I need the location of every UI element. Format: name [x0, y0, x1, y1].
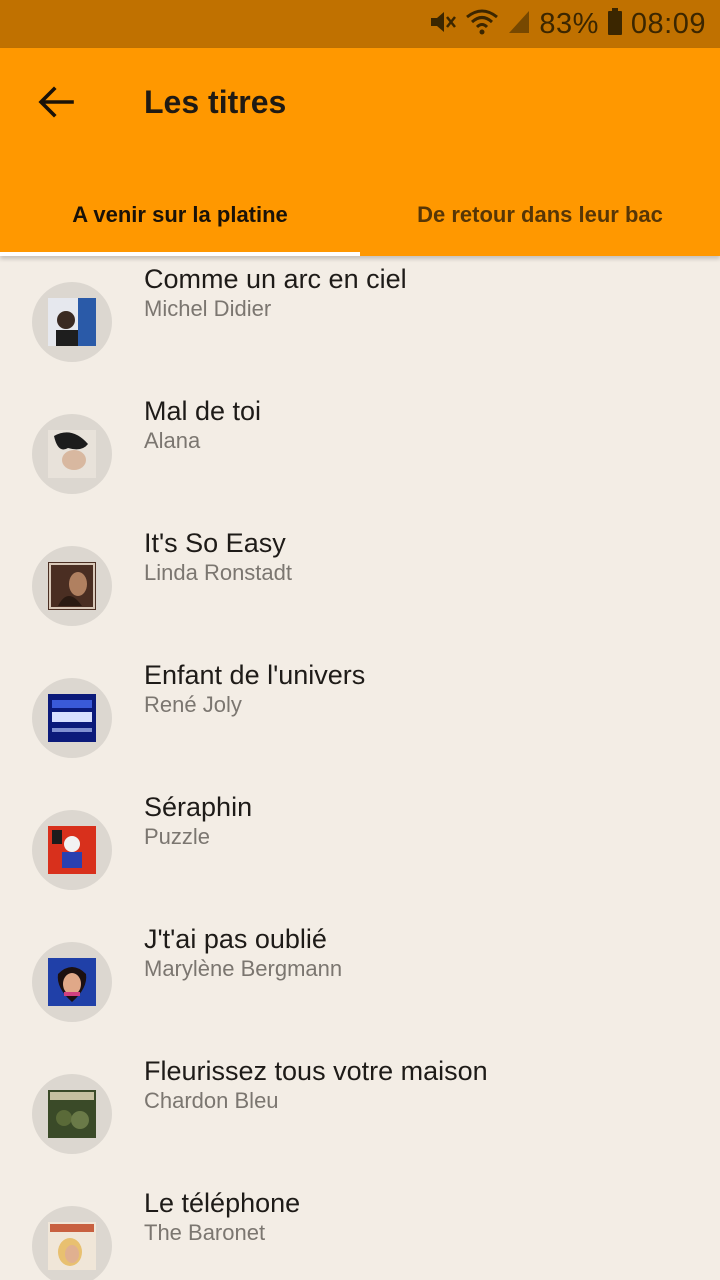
tab-indicator [0, 252, 360, 256]
list-item[interactable]: Comme un arc en ciel Michel Didier [0, 256, 720, 388]
tab-de-retour[interactable]: De retour dans leur bac [360, 174, 720, 256]
album-cover-avatar [32, 942, 112, 1022]
album-cover-avatar [32, 546, 112, 626]
list-item[interactable]: Séraphin Puzzle [0, 784, 720, 916]
mute-icon [427, 7, 457, 42]
album-cover-avatar [32, 678, 112, 758]
status-bar: 83% 08:09 [0, 0, 720, 48]
album-cover-image [48, 826, 96, 874]
track-title: Comme un arc en ciel [144, 264, 407, 294]
back-button[interactable] [24, 76, 88, 132]
track-title: Le téléphone [144, 1188, 301, 1218]
track-artist: Chardon Bleu [144, 1088, 279, 1113]
list-item[interactable]: Enfant de l'univers René Joly [0, 652, 720, 784]
tab-label: A venir sur la platine [72, 202, 288, 227]
track-title: Enfant de l'univers [144, 660, 366, 690]
track-list: Comme un arc en ciel Michel Didier Mal d… [0, 256, 720, 1280]
clock: 08:09 [630, 7, 706, 40]
track-artist: René Joly [144, 692, 242, 717]
album-cover-image [48, 958, 96, 1006]
album-cover-avatar [32, 282, 112, 362]
album-cover-image [48, 1222, 96, 1270]
track-artist: Marylène Bergmann [144, 956, 343, 981]
album-cover-image [48, 298, 96, 346]
track-artist: Puzzle [144, 824, 211, 849]
album-cover-image [48, 694, 96, 742]
album-cover-avatar [32, 414, 112, 494]
list-item[interactable]: Mal de toi Alana [0, 388, 720, 520]
tab-bar: A venir sur la platine De retour dans le… [0, 174, 720, 256]
album-cover-avatar [32, 1074, 112, 1154]
album-cover-image [48, 1090, 96, 1138]
battery-icon [607, 7, 623, 41]
app-bar: Les titres A venir sur la platine De ret… [0, 48, 720, 256]
track-title: It's So Easy [144, 528, 286, 558]
track-artist: Alana [144, 428, 201, 453]
wifi-icon [465, 7, 499, 42]
tab-a-venir[interactable]: A venir sur la platine [0, 174, 360, 256]
track-title: J't'ai pas oublié [144, 924, 327, 954]
arrow-back-icon [38, 85, 74, 123]
track-artist: Michel Didier [144, 296, 272, 321]
list-item[interactable]: It's So Easy Linda Ronstadt [0, 520, 720, 652]
track-title: Mal de toi [144, 396, 262, 426]
album-cover-avatar [32, 1206, 112, 1280]
list-item[interactable]: Fleurissez tous votre maison Chardon Ble… [0, 1048, 720, 1180]
album-cover-avatar [32, 810, 112, 890]
track-title: Fleurissez tous votre maison [144, 1056, 488, 1086]
list-item[interactable]: J't'ai pas oublié Marylène Bergmann [0, 916, 720, 1048]
track-title: Séraphin [144, 792, 253, 822]
list-item[interactable]: Le téléphone The Baronet [0, 1180, 720, 1280]
track-artist: Linda Ronstadt [144, 560, 292, 585]
page-title: Les titres [144, 84, 287, 120]
signal-icon [507, 9, 531, 40]
track-artist: The Baronet [144, 1220, 266, 1245]
album-cover-image [48, 430, 96, 478]
battery-percent: 83% [539, 7, 599, 40]
album-cover-image [48, 562, 96, 610]
tab-label: De retour dans leur bac [417, 202, 663, 227]
